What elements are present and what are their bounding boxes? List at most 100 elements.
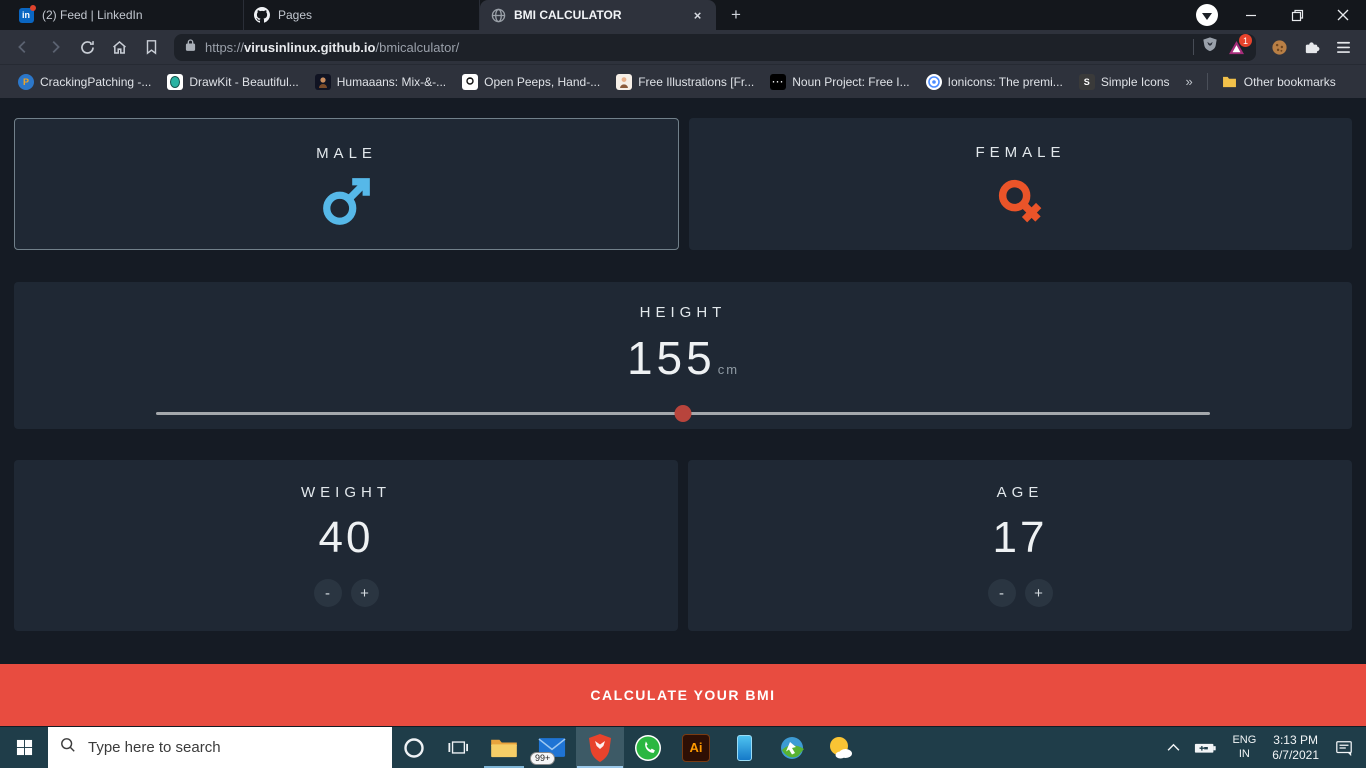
window-close-button[interactable] xyxy=(1320,0,1366,30)
mail-unread-badge: 99+ xyxy=(530,752,556,765)
tab-linkedin[interactable]: in (2) Feed | LinkedIn xyxy=(8,0,244,30)
task-view-button[interactable] xyxy=(436,727,480,768)
bookmark-openpeeps[interactable]: Open Peeps, Hand-... xyxy=(454,70,608,94)
your-phone-button[interactable] xyxy=(720,727,768,768)
file-explorer-button[interactable] xyxy=(480,727,528,768)
window-minimize-button[interactable] xyxy=(1228,0,1274,30)
tab-close-icon[interactable]: × xyxy=(689,7,706,24)
bookmarks-bar: P CrackingPatching -... DrawKit - Beauti… xyxy=(0,64,1366,98)
height-value: 155 xyxy=(626,332,716,384)
bookmark-label: Humaaans: Mix-&-... xyxy=(336,74,447,89)
age-value: 17 xyxy=(992,513,1048,562)
female-card[interactable]: FEMALE xyxy=(689,118,1352,250)
height-slider[interactable] xyxy=(156,405,1210,422)
weight-decrement-button[interactable]: - xyxy=(313,579,342,607)
language-indicator[interactable]: ENG IN xyxy=(1225,734,1263,762)
extensions-puzzle-icon[interactable] xyxy=(1296,33,1326,61)
humaaans-icon xyxy=(314,73,331,90)
calculate-bmi-button[interactable]: CALCULATE YOUR BMI xyxy=(0,664,1366,726)
action-center-button[interactable] xyxy=(1328,727,1360,768)
female-symbol-icon xyxy=(984,165,1058,239)
folder-icon xyxy=(1222,74,1238,90)
bookmarks-divider xyxy=(1206,73,1208,90)
github-favicon-icon xyxy=(254,7,270,23)
freeillustrations-icon xyxy=(616,73,633,90)
system-tray: ENG IN 3:13 PM 6/7/2021 xyxy=(1160,727,1366,768)
menu-icon[interactable] xyxy=(1328,33,1358,61)
battery-icon[interactable] xyxy=(1187,727,1225,768)
tab-title: Pages xyxy=(278,8,313,22)
linkedin-favicon-icon: in xyxy=(18,5,36,23)
bookmark-humaaans[interactable]: Humaaans: Mix-&-... xyxy=(307,70,454,94)
clock-date: 6/7/2021 xyxy=(1272,747,1319,762)
cortana-button[interactable] xyxy=(392,727,436,768)
bookmark-nounproject[interactable]: ··· Noun Project: Free I... xyxy=(762,70,917,94)
drawkit-icon xyxy=(167,73,184,90)
phone-icon xyxy=(736,734,752,761)
address-bar[interactable]: https://virusinlinux.github.io/bmicalcul… xyxy=(174,33,1256,61)
taskbar-clock[interactable]: 3:13 PM 6/7/2021 xyxy=(1263,733,1328,763)
male-card[interactable]: MALE xyxy=(14,118,679,250)
openpeeps-icon xyxy=(462,73,479,90)
reload-button[interactable] xyxy=(72,33,102,61)
ionicons-icon xyxy=(925,73,942,90)
search-input[interactable] xyxy=(88,739,348,756)
taskbar-search-box[interactable] xyxy=(48,727,392,768)
bookmark-ionicons[interactable]: Ionicons: The premi... xyxy=(918,70,1071,94)
bookmark-crackingpatching[interactable]: P CrackingPatching -... xyxy=(10,70,159,94)
cookie-extension-icon[interactable] xyxy=(1264,33,1294,61)
urlbox-separator xyxy=(1193,39,1194,55)
male-label: MALE xyxy=(316,145,377,162)
adobe-illustrator-button[interactable]: Ai xyxy=(672,727,720,768)
age-increment-button[interactable]: + xyxy=(1024,579,1053,607)
other-bookmarks-label: Other bookmarks xyxy=(1243,74,1336,89)
bookmark-label: Open Peeps, Hand-... xyxy=(484,74,601,89)
media-controls-button[interactable] xyxy=(1196,4,1218,26)
height-unit: cm xyxy=(717,362,740,377)
tab-title: (2) Feed | LinkedIn xyxy=(42,8,143,22)
url-path: /bmicalculator/ xyxy=(375,39,460,55)
idm-button[interactable] xyxy=(768,727,816,768)
tab-bmi-calculator-active[interactable]: BMI CALCULATOR × xyxy=(480,0,716,30)
bookmark-label: Free Illustrations [Fr... xyxy=(638,74,755,89)
age-label: AGE xyxy=(996,484,1044,501)
crackingpatching-icon: P xyxy=(18,73,34,90)
bookmark-drawkit[interactable]: DrawKit - Beautiful... xyxy=(159,70,306,94)
brave-browser-button[interactable] xyxy=(576,727,624,768)
age-decrement-button[interactable]: - xyxy=(987,579,1016,607)
browser-toolbar: https://virusinlinux.github.io/bmicalcul… xyxy=(0,30,1366,64)
globe-favicon-icon xyxy=(490,7,506,23)
home-button[interactable] xyxy=(104,33,134,61)
bookmarks-overflow-chevron[interactable]: » xyxy=(1178,74,1201,89)
height-slider-thumb[interactable] xyxy=(674,405,692,422)
whatsapp-button[interactable] xyxy=(624,727,672,768)
brave-shields-icon[interactable] xyxy=(1202,36,1218,58)
height-label: HEIGHT xyxy=(639,304,727,321)
tab-title: BMI CALCULATOR xyxy=(514,8,622,22)
start-button[interactable] xyxy=(0,727,48,768)
mail-app-button[interactable]: 99+ xyxy=(528,727,576,768)
url-host: virusinlinux.github.io xyxy=(244,39,376,55)
screen: in (2) Feed | LinkedIn Pages BMI CALCULA… xyxy=(0,0,1366,768)
window-restore-button[interactable] xyxy=(1274,0,1320,30)
simpleicons-icon: S xyxy=(1078,73,1095,90)
weight-increment-button[interactable]: + xyxy=(350,579,379,607)
weather-button[interactable] xyxy=(816,727,864,768)
height-card: HEIGHT 155 cm xyxy=(14,282,1352,429)
back-button[interactable] xyxy=(8,33,38,61)
brave-rewards-icon[interactable]: 1 xyxy=(1226,34,1252,56)
bookmark-label: Ionicons: The premi... xyxy=(947,74,1063,89)
age-card: AGE 17 - + xyxy=(688,460,1352,631)
bookmark-freeillustrations[interactable]: Free Illustrations [Fr... xyxy=(608,70,762,94)
bookmark-label: CrackingPatching -... xyxy=(40,74,152,89)
search-icon xyxy=(60,737,76,758)
bookmark-button[interactable] xyxy=(136,33,166,61)
other-bookmarks-button[interactable]: Other bookmarks xyxy=(1214,70,1344,94)
male-symbol-icon xyxy=(320,174,374,233)
bookmark-simpleicons[interactable]: S Simple Icons xyxy=(1071,70,1178,94)
new-tab-button[interactable]: + xyxy=(722,1,750,29)
tab-github-pages[interactable]: Pages xyxy=(244,0,480,30)
bmi-calculator-page: MALE FEMALE HEIGHT 155 cm WEIGHT 40 - + … xyxy=(0,98,1366,727)
tray-overflow-chevron[interactable] xyxy=(1160,727,1187,768)
forward-button[interactable] xyxy=(40,33,70,61)
